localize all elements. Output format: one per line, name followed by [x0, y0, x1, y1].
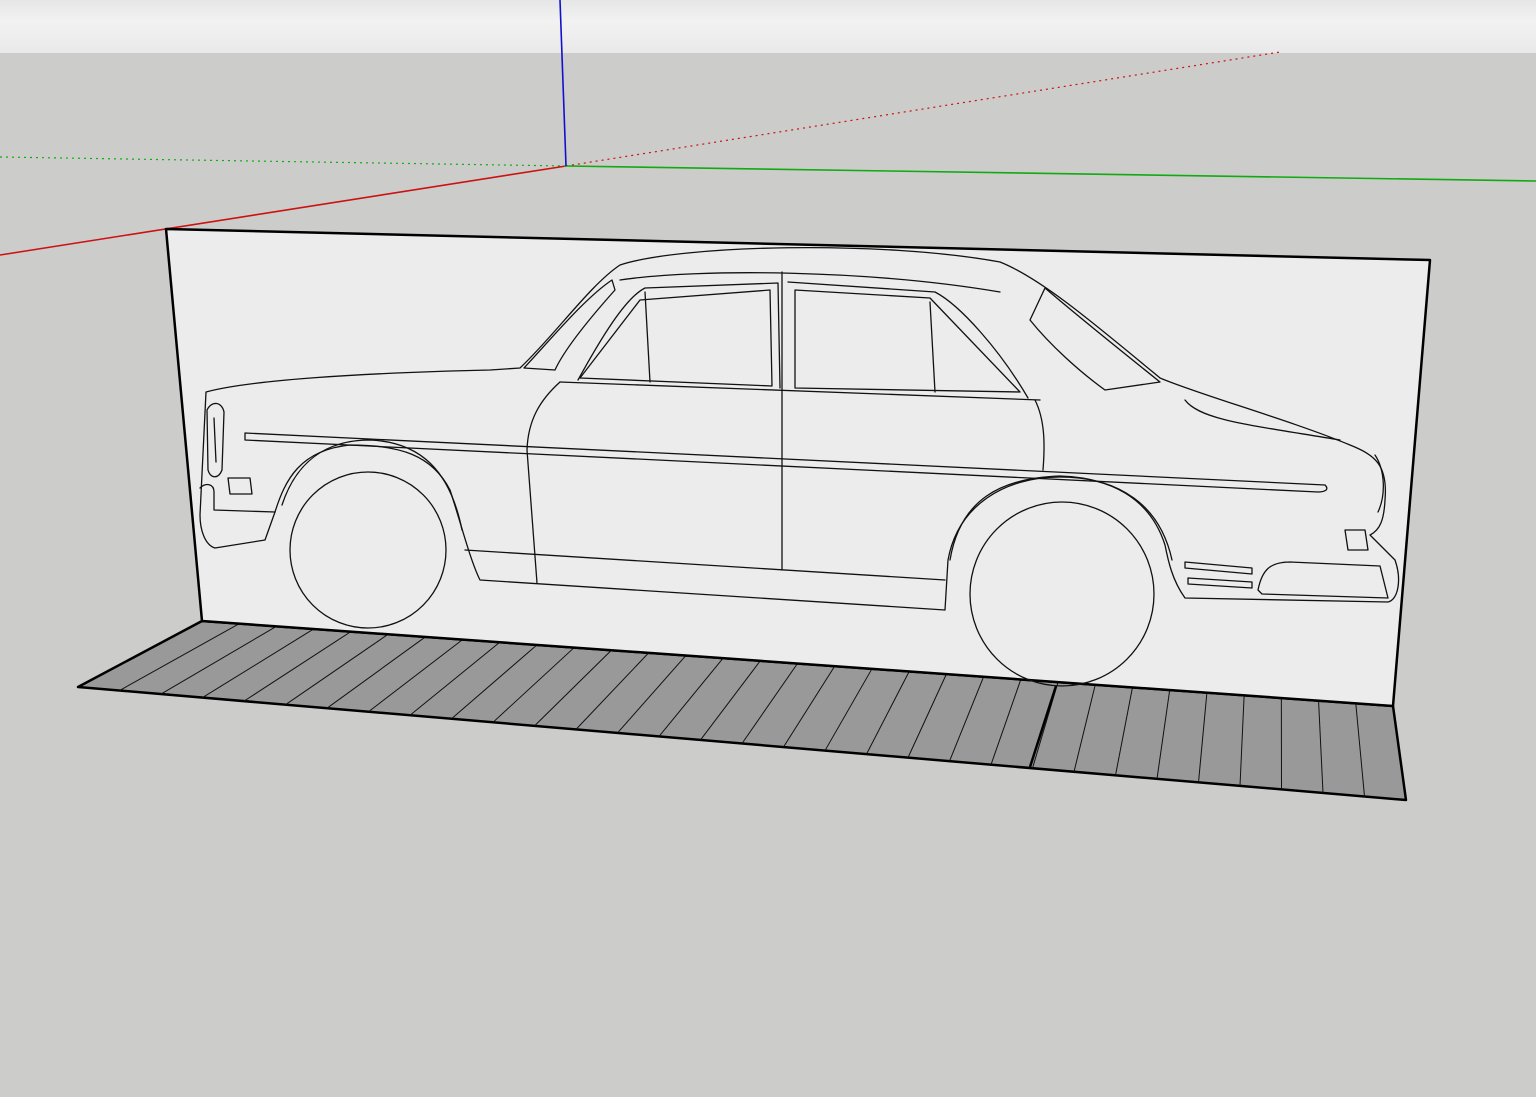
- blue-axis-solid: [559, 0, 567, 167]
- green-axis-solid: [565, 165, 1536, 182]
- red-axis-dotted: [565, 51, 1281, 167]
- green-axis-dotted: [0, 156, 567, 167]
- model-scene[interactable]: [0, 0, 1536, 1097]
- sketchup-3d-viewport[interactable]: [0, 0, 1536, 1097]
- model-axes: [0, 0, 1536, 256]
